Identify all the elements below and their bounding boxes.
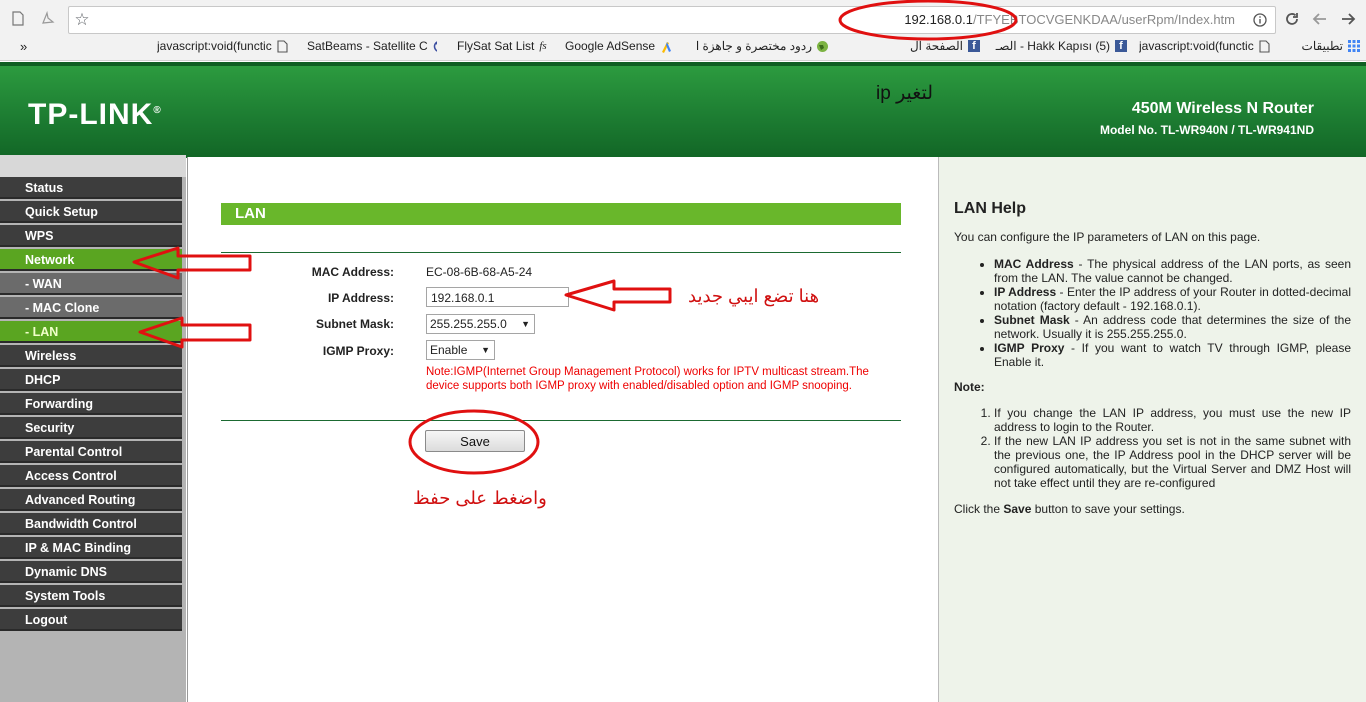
bookmark-item[interactable]: Google AdSense <box>565 39 680 53</box>
divider <box>221 420 901 421</box>
igmp-proxy-select[interactable]: Enable ▼ <box>426 340 495 360</box>
menu-item-lan[interactable]: - LAN <box>0 321 182 343</box>
menu-item-ip-mac-binding[interactable]: IP & MAC Binding <box>0 537 182 559</box>
fs-icon: fs <box>539 40 547 52</box>
globe-icon <box>817 40 829 52</box>
help-footer: Click the Save button to save your setti… <box>954 502 1185 516</box>
apps-icon <box>1348 40 1360 52</box>
help-item: IP Address - Enter the IP address of you… <box>994 285 1351 313</box>
menu-item-quick-setup[interactable]: Quick Setup <box>0 201 182 223</box>
menu-item-advanced-routing[interactable]: Advanced Routing <box>0 489 182 511</box>
menu-item-forwarding[interactable]: Forwarding <box>0 393 182 415</box>
browser-chrome: ☆ 192.168.0.1/TFYEBTOCVGENKDAA/userRpm/I… <box>0 0 1366 61</box>
page-icon <box>10 10 26 26</box>
bookmark-star-icon[interactable]: ☆ <box>73 10 91 29</box>
ip-address-input[interactable]: 192.168.0.1 <box>426 287 569 307</box>
annotation-new-ip: هنا تضع ايبي جديد <box>688 286 820 306</box>
help-note-item: If you change the LAN IP address, you mu… <box>994 406 1351 434</box>
router-header: TP-LINK® لتغير ip 450M Wireless N Router… <box>0 62 1366 158</box>
help-title: LAN Help <box>954 200 1026 217</box>
igmp-proxy-label: IGMP Proxy: <box>322 344 394 358</box>
reload-icon[interactable] <box>1282 9 1302 29</box>
bookmark-item[interactable]: javascript:void(functic <box>1139 39 1279 53</box>
menu-item-dhcp[interactable]: DHCP <box>0 369 182 391</box>
ip-address-label: IP Address: <box>327 291 394 305</box>
help-intro: You can configure the IP parameters of L… <box>954 230 1261 244</box>
satbeams-icon <box>433 40 437 52</box>
pdf-icon[interactable] <box>40 10 56 26</box>
menu-item-wan[interactable]: - WAN <box>0 273 182 295</box>
mac-address-label: MAC Address: <box>311 265 394 279</box>
subnet-mask-select[interactable]: 255.255.255.0 ▼ <box>426 314 535 334</box>
bookmark-item[interactable]: javascript:void(functic <box>157 39 297 53</box>
bookmark-item[interactable]: ردود مختصرة و جاهزة ا <box>697 39 829 53</box>
help-item: Subnet Mask - An address code that deter… <box>994 313 1351 341</box>
left-menu: Status Quick Setup WPS Network - WAN - M… <box>0 155 186 702</box>
product-name: 450M Wireless N Router <box>1131 100 1314 117</box>
bookmark-item[interactable]: SatBeams - Satellite C <box>307 39 437 53</box>
menu-item-dynamic-dns[interactable]: Dynamic DNS <box>0 561 182 583</box>
model-number: Model No. TL-WR940N / TL-WR941ND <box>1099 123 1314 137</box>
info-icon[interactable] <box>1251 11 1269 29</box>
bookmarks-overflow[interactable]: » <box>20 39 27 54</box>
page-icon <box>277 40 289 53</box>
help-panel: LAN Help You can configure the IP parame… <box>938 157 1366 702</box>
facebook-icon: f <box>1115 40 1127 52</box>
menu-item-security[interactable]: Security <box>0 417 182 439</box>
menu-item-logout[interactable]: Logout <box>0 609 182 631</box>
subnet-mask-label: Subnet Mask: <box>315 317 394 331</box>
menu-item-status[interactable]: Status <box>0 177 182 199</box>
igmp-note: Note:IGMP(Internet Group Management Prot… <box>426 366 869 392</box>
tplink-logo: TP-LINK® <box>28 98 162 131</box>
help-note-list: If you change the LAN IP address, you mu… <box>994 406 1351 490</box>
annotation-change-ip: لتغير ip <box>876 83 933 104</box>
menu-item-wps[interactable]: WPS <box>0 225 182 247</box>
bookmark-item[interactable]: f الصفحة ال <box>842 39 980 53</box>
menu-item-wireless[interactable]: Wireless <box>0 345 182 367</box>
help-item: IGMP Proxy - If you want to watch TV thr… <box>994 341 1351 369</box>
menu-item-mac-clone[interactable]: - MAC Clone <box>0 297 182 319</box>
main-content: LAN MAC Address: EC-08-6B-68-A5-24 IP Ad… <box>187 157 939 702</box>
help-item: MAC Address - The physical address of th… <box>994 257 1351 285</box>
menu-item-system-tools[interactable]: System Tools <box>0 585 182 607</box>
url-text[interactable]: 192.168.0.1/TFYEBTOCVGENKDAA/userRpm/Ind… <box>904 12 1235 27</box>
bookmarks-bar: » javascript:void(functic SatBeams - Sat… <box>0 36 1366 58</box>
help-list: MAC Address - The physical address of th… <box>994 257 1351 369</box>
help-note-heading: Note: <box>954 380 985 394</box>
menu-item-parental-control[interactable]: Parental Control <box>0 441 182 463</box>
page-title: LAN <box>221 203 901 225</box>
back-arrow-icon[interactable] <box>1310 9 1330 29</box>
dropdown-arrow-icon: ▼ <box>521 319 530 329</box>
bookmark-item[interactable]: f Hakk Kapısı (5) - الصـ <box>985 39 1127 53</box>
facebook-icon: f <box>968 40 980 52</box>
save-button[interactable]: Save <box>425 430 525 452</box>
address-bar[interactable]: ☆ 192.168.0.1/TFYEBTOCVGENKDAA/userRpm/I… <box>68 6 1276 34</box>
page-icon <box>1259 40 1271 53</box>
dropdown-arrow-icon: ▼ <box>481 345 490 355</box>
bookmark-item[interactable]: FlySat Sat List fs <box>457 39 557 53</box>
mac-address-value: EC-08-6B-68-A5-24 <box>426 265 533 279</box>
menu-top-spacer <box>0 155 186 177</box>
forward-arrow-icon[interactable] <box>1338 9 1358 29</box>
annotation-click-save: واضغط على حفظ <box>413 488 547 508</box>
help-note-item: If the new LAN IP address you set is not… <box>994 434 1351 490</box>
menu-item-network[interactable]: Network <box>0 249 182 271</box>
divider <box>221 252 901 253</box>
menu-item-bandwidth-control[interactable]: Bandwidth Control <box>0 513 182 535</box>
bookmark-apps[interactable]: تطبيقات <box>1288 39 1360 53</box>
menu-item-access-control[interactable]: Access Control <box>0 465 182 487</box>
adsense-icon <box>660 40 672 53</box>
